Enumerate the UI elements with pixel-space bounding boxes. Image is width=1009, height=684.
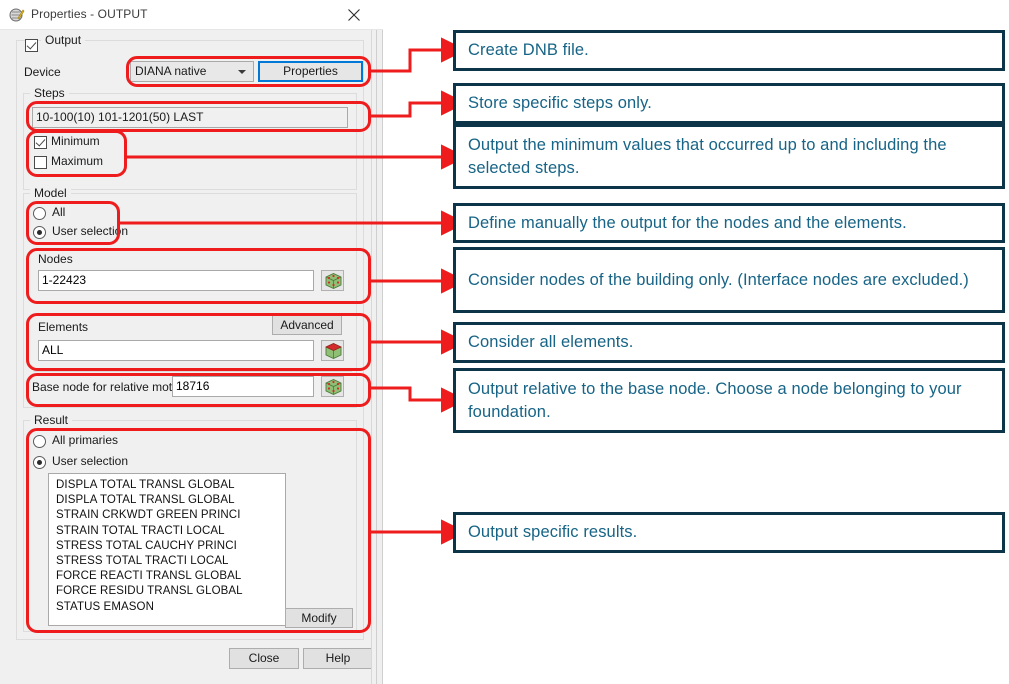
result-list-item[interactable]: STRAIN TOTAL TRACTI LOCAL xyxy=(49,524,285,539)
device-label: Device xyxy=(24,65,61,79)
device-combobox-value: DIANA native xyxy=(135,64,207,78)
base-node-mesh-picker-icon[interactable] xyxy=(321,376,344,397)
model-user-selection-label: User selection xyxy=(52,224,129,238)
steps-group-label: Steps xyxy=(30,86,69,100)
result-list-item[interactable]: FORCE RESIDU TRANSL GLOBAL xyxy=(49,584,285,599)
steps-maximum-label: Maximum xyxy=(51,154,104,168)
dialog-client-area: Output Device DIANA native Properties St… xyxy=(0,30,383,684)
help-button[interactable]: Help xyxy=(303,648,373,669)
elements-mesh-picker-icon[interactable] xyxy=(321,340,344,361)
result-listbox[interactable]: DISPLA TOTAL TRANSL GLOBAL DISPLA TOTAL T… xyxy=(48,473,286,626)
callout-consider-all-elements: Consider all elements. xyxy=(453,322,1005,363)
steps-input[interactable]: 10-100(10) 101-1201(50) LAST xyxy=(32,107,348,128)
close-button[interactable]: Close xyxy=(229,648,299,669)
output-group-label: Output xyxy=(41,33,86,47)
result-all-primaries-radio[interactable] xyxy=(33,435,46,448)
result-list-item[interactable]: FORCE REACTI TRANSL GLOBAL xyxy=(49,569,285,584)
callout-text: Consider all elements. xyxy=(468,333,634,351)
result-all-primaries-label: All primaries xyxy=(52,433,119,447)
result-list-item[interactable]: STRESS TOTAL TRACTI LOCAL xyxy=(49,554,285,569)
callout-text: Consider nodes of the building only. (In… xyxy=(468,270,969,289)
elements-input[interactable]: ALL xyxy=(38,340,314,361)
model-all-label: All xyxy=(52,205,66,219)
model-separator-2 xyxy=(34,371,352,372)
steps-minimum-label: Minimum xyxy=(51,134,100,148)
callout-store-specific-steps: Store specific steps only. xyxy=(453,83,1005,124)
callout-output-specific-results: Output specific results. xyxy=(453,512,1005,553)
chevron-down-icon xyxy=(238,70,246,74)
model-separator xyxy=(34,302,352,303)
result-list-item[interactable]: STATUS EMASON xyxy=(49,600,285,615)
result-user-selection-label: User selection xyxy=(52,454,129,468)
callout-consider-building-nodes: Consider nodes of the building only. (In… xyxy=(453,247,1005,313)
dialog-title: Properties - OUTPUT xyxy=(31,7,148,21)
callout-output-relative-base-node: Output relative to the base node. Choose… xyxy=(453,368,1005,433)
model-all-radio[interactable] xyxy=(33,207,46,220)
result-list-item[interactable]: DISPLA TOTAL TRANSL GLOBAL xyxy=(49,493,285,508)
callout-text: Store specific steps only. xyxy=(468,94,652,112)
result-list: DISPLA TOTAL TRANSL GLOBAL DISPLA TOTAL T… xyxy=(49,474,285,615)
close-icon[interactable] xyxy=(335,0,375,30)
callout-output-minimum-values: Output the minimum values that occurred … xyxy=(453,124,1005,189)
dialog-titlebar: Properties - OUTPUT xyxy=(0,0,383,30)
result-group-label: Result xyxy=(30,413,73,427)
nodes-mesh-picker-icon[interactable] xyxy=(321,270,344,291)
callout-text: Output the minimum values that occurred … xyxy=(468,135,947,177)
dialog-scrollbar-rail[interactable] xyxy=(371,30,383,684)
base-node-input[interactable]: 18716 xyxy=(172,376,314,397)
callout-text: Output relative to the base node. Choose… xyxy=(468,379,962,421)
model-user-selection-radio[interactable] xyxy=(33,226,46,239)
base-node-label: Base node for relative motion xyxy=(32,380,189,394)
model-group-label: Model xyxy=(30,186,71,200)
diana-app-icon xyxy=(9,7,25,23)
result-list-item[interactable]: STRESS TOTAL CAUCHY PRINCI xyxy=(49,539,285,554)
result-list-item[interactable]: DISPLA TOTAL TRANSL GLOBAL xyxy=(49,478,285,493)
callout-text: Define manually the output for the nodes… xyxy=(468,213,907,232)
elements-label: Elements xyxy=(38,320,89,334)
properties-output-dialog: Properties - OUTPUT Output Device DIANA … xyxy=(0,0,383,684)
result-modify-button[interactable]: Modify xyxy=(285,608,353,628)
elements-advanced-button[interactable]: Advanced xyxy=(272,315,342,335)
callout-create-dnb-file: Create DNB file. xyxy=(453,30,1005,71)
steps-minimum-checkbox[interactable] xyxy=(34,136,47,149)
callout-text: Create DNB file. xyxy=(468,41,589,59)
output-enable-checkbox[interactable] xyxy=(25,39,38,52)
steps-maximum-checkbox[interactable] xyxy=(34,156,47,169)
nodes-input[interactable]: 1-22423 xyxy=(38,270,314,291)
device-properties-button[interactable]: Properties xyxy=(258,61,363,82)
nodes-label: Nodes xyxy=(38,252,73,266)
callout-define-manually-output: Define manually the output for the nodes… xyxy=(453,203,1005,243)
device-combobox[interactable]: DIANA native xyxy=(130,61,254,82)
dialog-scrollbar-track[interactable] xyxy=(376,30,383,684)
result-list-item[interactable]: STRAIN CRKWDT GREEN PRINCI xyxy=(49,508,285,523)
callout-text: Output specific results. xyxy=(468,523,638,541)
result-user-selection-radio[interactable] xyxy=(33,456,46,469)
